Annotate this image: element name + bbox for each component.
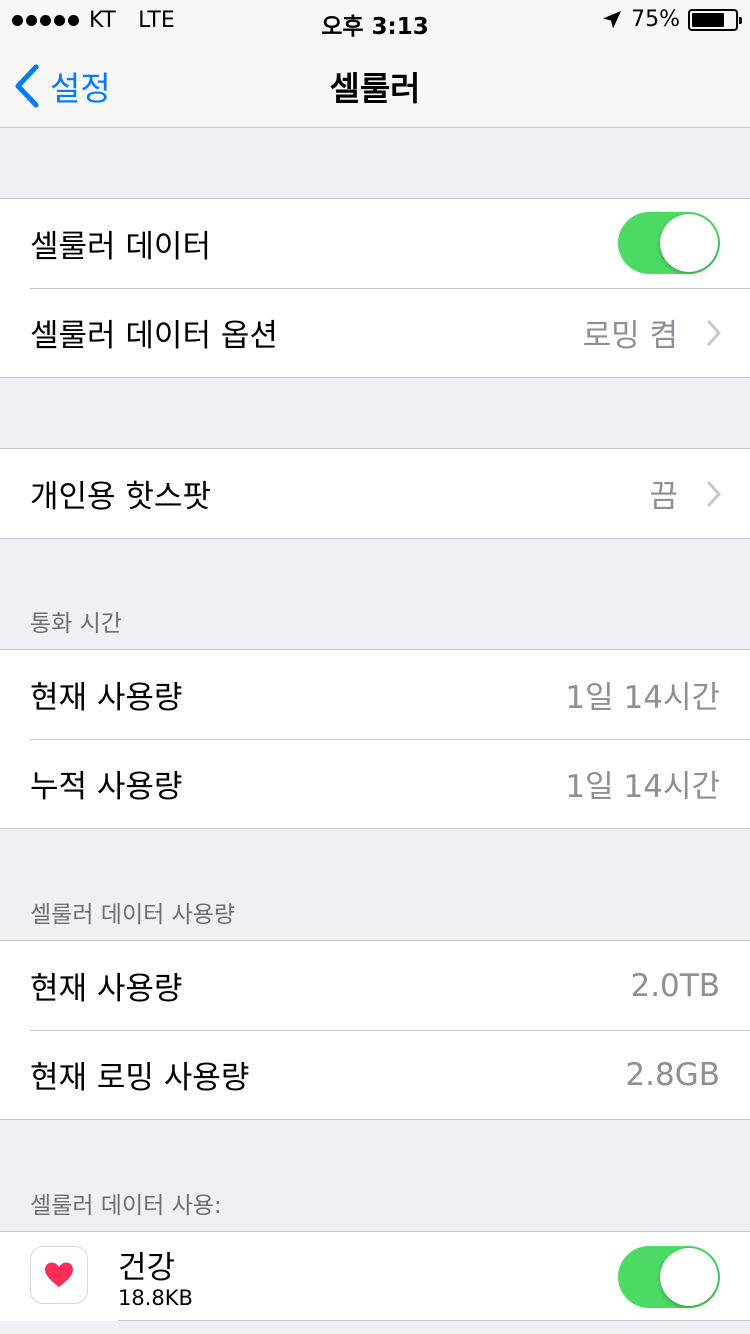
cellular-data-label: 셀룰러 데이터: [30, 229, 211, 265]
health-cellular-toggle[interactable]: [618, 1246, 720, 1308]
data-usage-group: 현재 사용량 2.0TB 현재 로밍 사용량 2.8GB: [0, 940, 750, 1120]
call-time-total-label: 누적 사용량: [30, 769, 183, 805]
chevron-right-icon: [707, 320, 721, 346]
cellular-data-toggle[interactable]: [618, 212, 720, 274]
battery-percent: 75%: [631, 7, 680, 32]
call-time-total-value: 1일 14시간: [565, 769, 720, 805]
health-app-icon: [30, 1246, 88, 1304]
cellular-data-options-row[interactable]: 셀룰러 데이터 옵션 로밍 켬: [0, 288, 750, 377]
call-time-group: 현재 사용량 1일 14시간 누적 사용량 1일 14시간: [0, 649, 750, 829]
personal-hotspot-row[interactable]: 개인용 핫스팟 끔: [0, 449, 750, 538]
data-usage-roaming-label: 현재 로밍 사용량: [30, 1060, 250, 1096]
call-time-current-value: 1일 14시간: [565, 680, 720, 716]
location-arrow-icon: [603, 10, 622, 28]
personal-hotspot-label: 개인용 핫스팟: [30, 479, 211, 515]
cellular-data-row: 셀룰러 데이터: [0, 199, 750, 288]
apps-header: 셀룰러 데이터 사용:: [30, 1193, 222, 1219]
data-usage-current-value: 2.0TB: [630, 967, 720, 1004]
call-time-current-label: 현재 사용량: [30, 680, 183, 716]
toggle-knob: [660, 1248, 718, 1306]
row-separator: [118, 1320, 750, 1321]
cellular-settings-group: 셀룰러 데이터 셀룰러 데이터 옵션 로밍 켬: [0, 198, 750, 378]
app-name: 건강: [118, 1250, 176, 1286]
data-usage-current-row: 현재 사용량 2.0TB: [0, 941, 750, 1030]
data-usage-current-label: 현재 사용량: [30, 971, 183, 1007]
battery-icon: [688, 8, 742, 31]
app-data-size: 18.8KB: [118, 1286, 193, 1310]
back-button[interactable]: 설정: [14, 62, 111, 110]
data-usage-roaming-row: 현재 로밍 사용량 2.8GB: [0, 1030, 750, 1119]
page-title: 셀룰러: [329, 69, 421, 108]
hotspot-group: 개인용 핫스팟 끔: [0, 448, 750, 539]
battery-fill: [692, 12, 724, 27]
chevron-right-icon: [707, 481, 721, 507]
toggle-knob: [660, 214, 718, 272]
data-usage-roaming-value: 2.8GB: [625, 1056, 720, 1093]
data-usage-header: 셀룰러 데이터 사용량: [30, 902, 236, 928]
cellular-data-options-value: 로밍 켬: [582, 318, 678, 354]
call-time-total-row: 누적 사용량 1일 14시간: [0, 739, 750, 828]
call-time-header: 통화 시간: [30, 611, 122, 637]
apps-group: 건강 18.8KB: [0, 1231, 750, 1321]
personal-hotspot-value: 끔: [649, 479, 678, 515]
status-bar: KT LTE 오후 3:13 75%: [0, 0, 750, 40]
navigation-bar: 설정 셀룰러: [0, 40, 750, 128]
app-row-health: 건강 18.8KB: [0, 1232, 750, 1321]
call-time-current-row: 현재 사용량 1일 14시간: [0, 650, 750, 739]
heart-icon: [45, 1262, 73, 1287]
chevron-left-icon: [15, 64, 39, 108]
cellular-data-options-label: 셀룰러 데이터 옵션: [30, 318, 278, 354]
back-button-label: 설정: [50, 69, 111, 108]
